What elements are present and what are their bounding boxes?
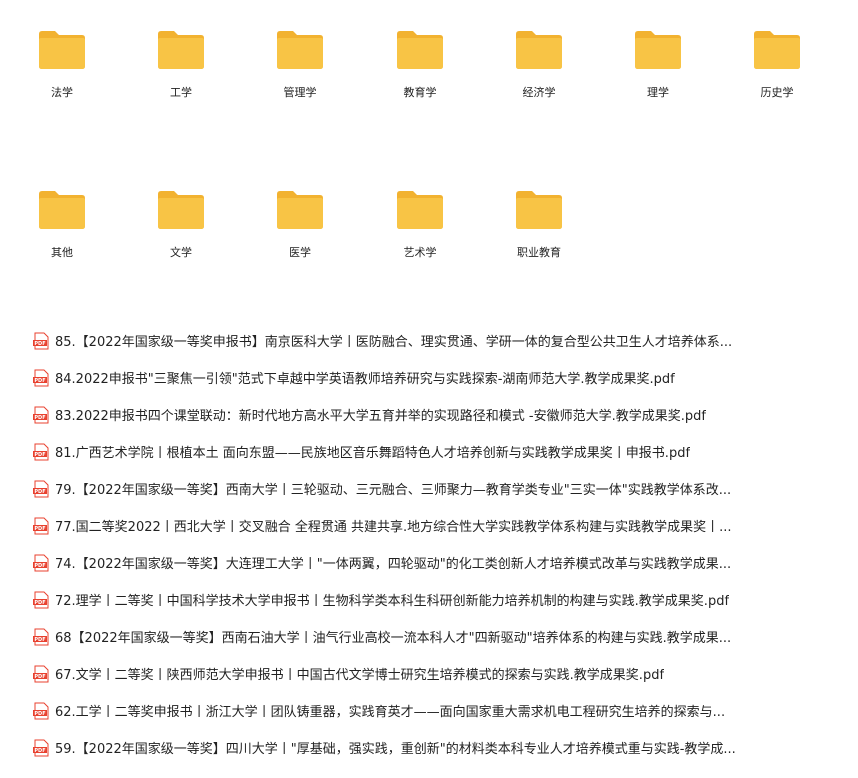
folder-icon <box>39 31 85 69</box>
svg-text:PDF: PDF <box>34 562 45 568</box>
svg-text:PDF: PDF <box>34 414 45 420</box>
svg-text:PDF: PDF <box>34 488 45 494</box>
svg-text:PDF: PDF <box>34 747 45 753</box>
pdf-file-icon: PDF <box>33 554 49 571</box>
file-name: 84.2022申报书"三聚焦一引领"范式下卓越中学英语教师培养研究与实践探索-湖… <box>55 372 675 387</box>
svg-text:PDF: PDF <box>34 710 45 716</box>
folder-item-art[interactable]: 艺术学 <box>370 188 470 260</box>
folder-label: 理学 <box>647 86 669 99</box>
pdf-file-icon: PDF <box>33 332 49 349</box>
folder-icon <box>754 31 800 69</box>
file-list: PDF 85.【2022年国家级一等奖申报书】南京医科大学丨医防融合、理实贯通、… <box>32 322 842 766</box>
pdf-file-icon: PDF <box>33 406 49 423</box>
file-name: 72.理学丨二等奖丨中国科学技术大学申报书丨生物科学类本科生科研创新能力培养机制… <box>55 594 730 609</box>
file-name: 83.2022申报书四个课堂联动：新时代地方高水平大学五育并举的实现路径和模式 … <box>55 409 706 424</box>
folder-item-other[interactable]: 其他 <box>12 188 112 260</box>
folder-icon <box>158 31 204 69</box>
file-name: 68【2022年国家级一等奖】西南石油大学丨油气行业高校一流本科人才"四新驱动"… <box>55 631 732 646</box>
file-row[interactable]: PDF 72.理学丨二等奖丨中国科学技术大学申报书丨生物科学类本科生科研创新能力… <box>32 581 842 618</box>
file-row[interactable]: PDF 68【2022年国家级一等奖】西南石油大学丨油气行业高校一流本科人才"四… <box>32 618 842 655</box>
folder-label: 历史学 <box>760 86 794 99</box>
svg-text:PDF: PDF <box>34 673 45 679</box>
pdf-file-icon: PDF <box>33 443 49 460</box>
folder-item-science[interactable]: 理学 <box>608 28 708 100</box>
file-name: 85.【2022年国家级一等奖申报书】南京医科大学丨医防融合、理实贯通、学研一体… <box>55 335 733 350</box>
file-row[interactable]: PDF 81.广西艺术学院丨根植本土 面向东盟——民族地区音乐舞蹈特色人才培养创… <box>32 433 842 470</box>
file-row[interactable]: PDF 85.【2022年国家级一等奖申报书】南京医科大学丨医防融合、理实贯通、… <box>32 322 842 359</box>
svg-text:PDF: PDF <box>34 340 45 346</box>
folder-icon <box>635 31 681 69</box>
file-row[interactable]: PDF 84.2022申报书"三聚焦一引领"范式下卓越中学英语教师培养研究与实践… <box>32 359 842 396</box>
folder-icon <box>516 31 562 69</box>
file-name: 81.广西艺术学院丨根植本土 面向东盟——民族地区音乐舞蹈特色人才培养创新与实践… <box>55 446 691 461</box>
folder-label: 经济学 <box>522 86 556 99</box>
pdf-file-icon: PDF <box>33 665 49 682</box>
pdf-file-icon: PDF <box>33 591 49 608</box>
folder-label: 职业教育 <box>517 246 561 259</box>
folder-item-vocational[interactable]: 职业教育 <box>489 188 589 260</box>
pdf-file-icon: PDF <box>33 702 49 719</box>
file-row[interactable]: PDF 62.工学丨二等奖申报书丨浙江大学丨团队铸重器，实践育英才——面向国家重… <box>32 692 842 729</box>
folder-item-education[interactable]: 教育学 <box>370 28 470 100</box>
file-row[interactable]: PDF 79.【2022年国家级一等奖】西南大学丨三轮驱动、三元融合、三师聚力—… <box>32 470 842 507</box>
pdf-file-icon: PDF <box>33 628 49 645</box>
folder-label: 文学 <box>170 246 192 259</box>
file-row[interactable]: PDF 67.文学丨二等奖丨陕西师范大学申报书丨中国古代文学博士研究生培养模式的… <box>32 655 842 692</box>
pdf-file-icon: PDF <box>33 480 49 497</box>
file-name: 62.工学丨二等奖申报书丨浙江大学丨团队铸重器，实践育英才——面向国家重大需求机… <box>55 705 726 720</box>
file-row[interactable]: PDF 83.2022申报书四个课堂联动：新时代地方高水平大学五育并举的实现路径… <box>32 396 842 433</box>
file-row[interactable]: PDF 74.【2022年国家级一等奖】大连理工大学丨"一体两翼，四轮驱动"的化… <box>32 544 842 581</box>
folder-item-management[interactable]: 管理学 <box>250 28 350 100</box>
file-name: 59.【2022年国家级一等奖】四川大学丨"厚基础，强实践，重创新"的材料类本科… <box>55 742 736 757</box>
folder-label: 艺术学 <box>403 246 437 259</box>
folder-icon <box>277 191 323 229</box>
svg-text:PDF: PDF <box>34 451 45 457</box>
folder-icon <box>277 31 323 69</box>
folder-item-engineering[interactable]: 工学 <box>131 28 231 100</box>
folder-icon <box>397 31 443 69</box>
svg-text:PDF: PDF <box>34 599 45 605</box>
file-row[interactable]: PDF 77.国二等奖2022丨西北大学丨交叉融合 全程贯通 共建共享.地方综合… <box>32 507 842 544</box>
pdf-file-icon: PDF <box>33 369 49 386</box>
folder-item-economics[interactable]: 经济学 <box>489 28 589 100</box>
svg-text:PDF: PDF <box>34 525 45 531</box>
folder-icon <box>158 191 204 229</box>
pdf-file-icon: PDF <box>33 517 49 534</box>
folder-label: 法学 <box>51 86 73 99</box>
folder-item-medicine[interactable]: 医学 <box>250 188 350 260</box>
folder-label: 医学 <box>289 246 311 259</box>
svg-text:PDF: PDF <box>34 636 45 642</box>
folder-icon <box>39 191 85 229</box>
folder-item-law[interactable]: 法学 <box>12 28 112 100</box>
file-name: 74.【2022年国家级一等奖】大连理工大学丨"一体两翼，四轮驱动"的化工类创新… <box>55 557 732 572</box>
folder-label: 教育学 <box>403 86 437 99</box>
folder-label: 其他 <box>51 246 73 259</box>
folder-item-history[interactable]: 历史学 <box>727 28 827 100</box>
folder-item-literature[interactable]: 文学 <box>131 188 231 260</box>
folder-label: 工学 <box>170 86 192 99</box>
svg-text:PDF: PDF <box>34 377 45 383</box>
folder-icon <box>397 191 443 229</box>
file-name: 77.国二等奖2022丨西北大学丨交叉融合 全程贯通 共建共享.地方综合性大学实… <box>55 520 732 535</box>
file-name: 79.【2022年国家级一等奖】西南大学丨三轮驱动、三元融合、三师聚力—教育学类… <box>55 483 732 498</box>
file-name: 67.文学丨二等奖丨陕西师范大学申报书丨中国古代文学博士研究生培养模式的探索与实… <box>55 668 665 683</box>
folder-icon <box>516 191 562 229</box>
folder-label: 管理学 <box>283 86 317 99</box>
pdf-file-icon: PDF <box>33 739 49 756</box>
file-row[interactable]: PDF 59.【2022年国家级一等奖】四川大学丨"厚基础，强实践，重创新"的材… <box>32 729 842 766</box>
